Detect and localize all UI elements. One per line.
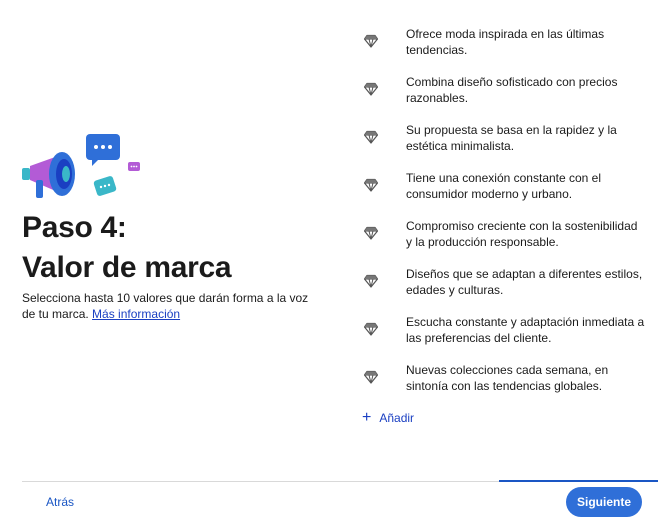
- value-item[interactable]: Ofrece moda inspirada en las últimas ten…: [360, 24, 660, 72]
- add-label: Añadir: [379, 411, 415, 425]
- value-text: Tiene una conexión constante con el cons…: [406, 171, 602, 201]
- value-item[interactable]: Escucha constante y adaptación inmediata…: [360, 312, 660, 360]
- value-item[interactable]: Tiene una conexión constante con el cons…: [360, 168, 660, 216]
- diamond-icon: [363, 178, 379, 192]
- diamond-icon: [363, 322, 379, 336]
- values-list: Ofrece moda inspirada en las últimas ten…: [360, 24, 660, 408]
- diamond-icon: [363, 82, 379, 96]
- diamond-icon: [363, 370, 379, 384]
- value-text: Ofrece moda inspirada en las últimas ten…: [406, 27, 605, 57]
- value-text: Su propuesta se basa en la rapidez y la …: [406, 123, 617, 153]
- value-text: Nuevas colecciones cada semana, en sinto…: [406, 363, 609, 393]
- diamond-icon: [363, 274, 379, 288]
- value-text: Combina diseño sofisticado con precios r…: [406, 75, 618, 105]
- add-value-button[interactable]: + Añadir: [362, 410, 414, 426]
- value-item[interactable]: Nuevas colecciones cada semana, en sinto…: [360, 360, 660, 408]
- diamond-icon: [363, 130, 379, 144]
- progress-bar: [499, 480, 658, 482]
- value-text: Escucha constante y adaptación inmediata…: [406, 315, 645, 345]
- value-text: Diseños que se adaptan a diferentes esti…: [406, 267, 643, 297]
- value-item[interactable]: Combina diseño sofisticado con precios r…: [360, 72, 660, 120]
- plus-icon: +: [362, 409, 372, 426]
- value-item[interactable]: Su propuesta se basa en la rapidez y la …: [360, 120, 660, 168]
- diamond-icon: [363, 226, 379, 240]
- page-title: Paso 4: Valor de marca: [22, 208, 232, 288]
- next-button[interactable]: Siguiente: [566, 487, 642, 517]
- more-info-link[interactable]: Más información: [92, 307, 180, 321]
- value-text: Compromiso creciente con la sostenibilid…: [406, 219, 638, 249]
- diamond-icon: [363, 34, 379, 48]
- title-line-2: Valor de marca: [22, 251, 232, 284]
- step-description: Selecciona hasta 10 valores que darán fo…: [22, 290, 322, 322]
- megaphone-illustration: [22, 134, 140, 198]
- value-item[interactable]: Compromiso creciente con la sostenibilid…: [360, 216, 660, 264]
- back-button[interactable]: Atrás: [46, 495, 74, 509]
- title-line-1: Paso 4:: [22, 211, 127, 244]
- value-item[interactable]: Diseños que se adaptan a diferentes esti…: [360, 264, 660, 312]
